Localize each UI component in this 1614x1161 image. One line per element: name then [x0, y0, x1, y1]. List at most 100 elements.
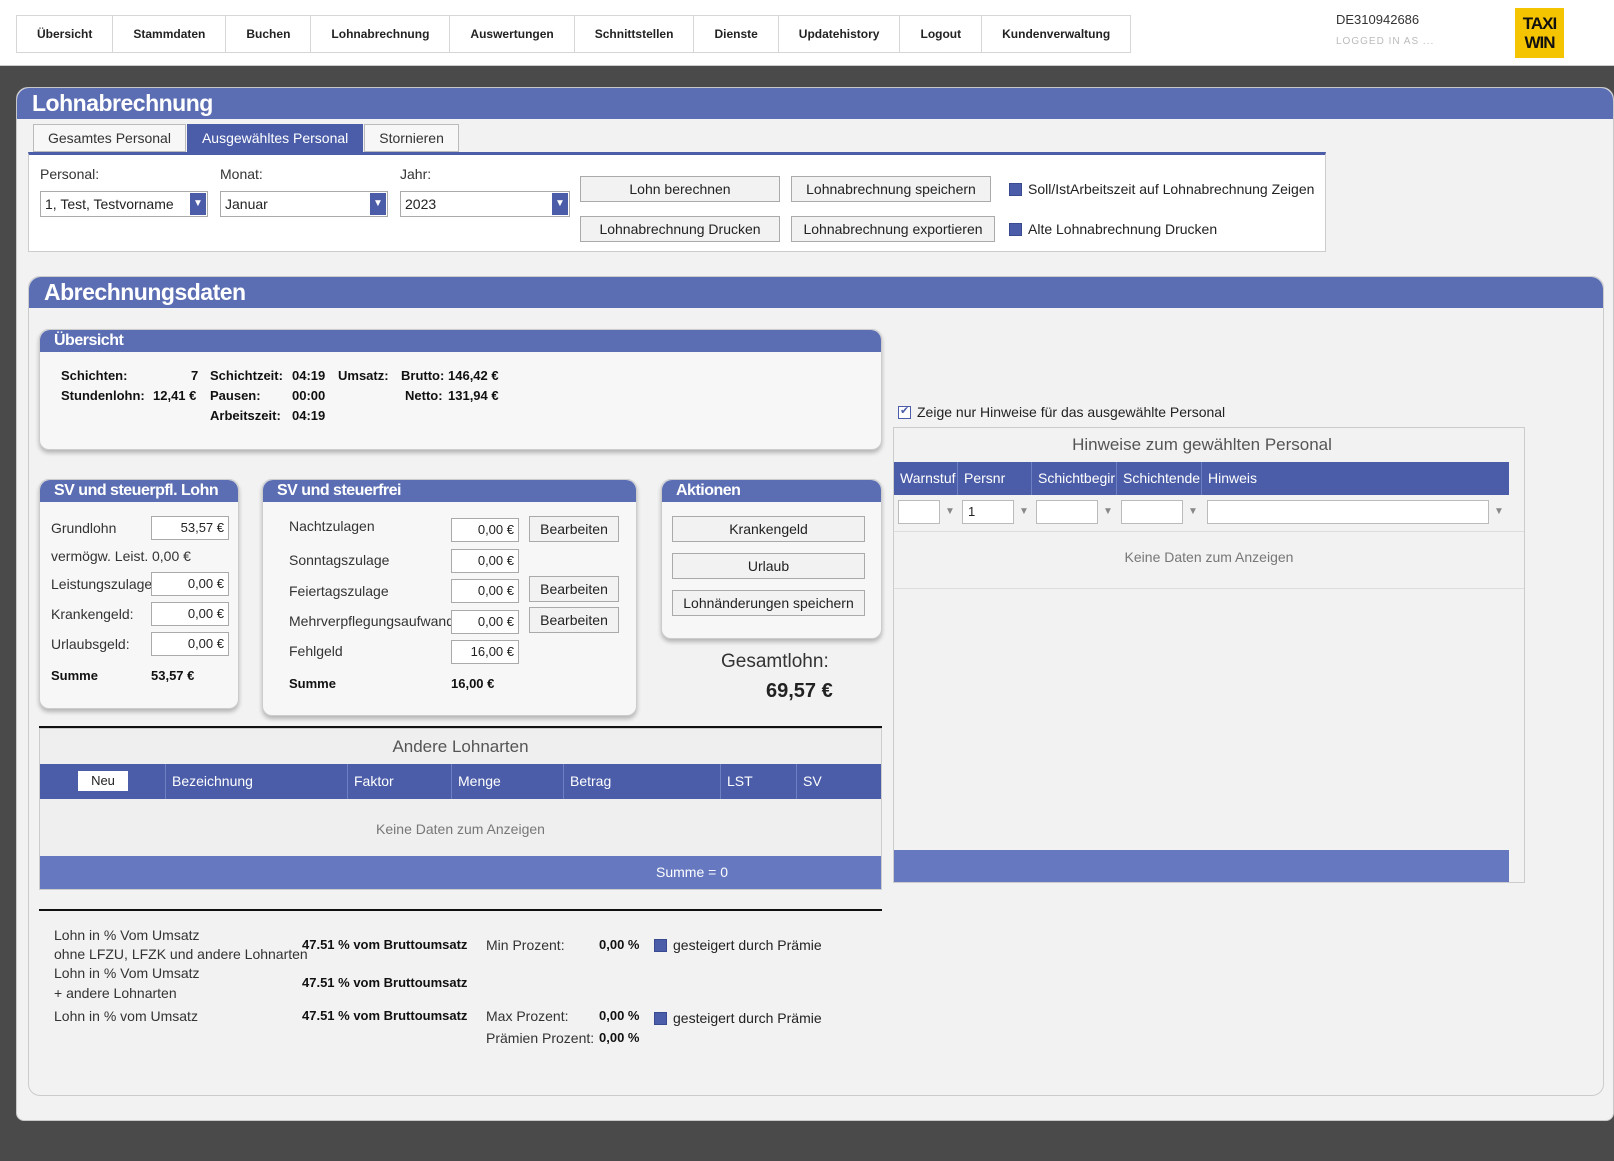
- abrechnungsdaten-panel: Abrechnungsdaten Übersicht Schichten: 7 …: [28, 276, 1604, 1096]
- nacht-input[interactable]: 0,00 €: [451, 518, 519, 542]
- krankengeld-button[interactable]: Krankengeld: [672, 516, 865, 542]
- soll-ist-label: Soll/IstArbeitszeit auf Lohnabrechnung Z…: [1028, 181, 1315, 197]
- krankengeld-input[interactable]: 0,00 €: [151, 602, 229, 626]
- max-gesteigert-checkbox[interactable]: gesteigert durch Prämie: [654, 1010, 822, 1026]
- lohnaenderungen-speichern-button[interactable]: Lohnänderungen speichern: [672, 590, 865, 616]
- tab-ausgewaehltes-personal[interactable]: Ausgewähltes Personal: [186, 124, 364, 152]
- nav-updatehistory[interactable]: Updatehistory: [779, 16, 901, 52]
- praemien-prozent-value: 0,00 %: [599, 1030, 640, 1045]
- col-schichtende[interactable]: Schichtende: [1117, 462, 1202, 495]
- netto-label: Netto:: [405, 388, 443, 403]
- personal-label: Personal:: [40, 166, 100, 182]
- checkbox-icon: [654, 1011, 667, 1025]
- col-betrag[interactable]: Betrag: [564, 764, 721, 799]
- sonntag-label: Sonntagszulage: [289, 552, 390, 568]
- pausen-value: 00:00: [292, 388, 326, 403]
- persnr-filter-input[interactable]: 1: [962, 500, 1014, 524]
- filter-icon[interactable]: ▼: [1019, 506, 1029, 517]
- nav-lohnabrechnung[interactable]: Lohnabrechnung: [311, 16, 451, 52]
- nav-dienste[interactable]: Dienste: [694, 16, 779, 52]
- gesteigert-label: gesteigert durch Prämie: [673, 937, 822, 953]
- feiertag-input[interactable]: 0,00 €: [451, 579, 519, 603]
- chevron-down-icon: ▼: [370, 193, 386, 215]
- gesamtlohn-value: 69,57 €: [766, 680, 833, 702]
- nav-logout[interactable]: Logout: [900, 16, 983, 52]
- gesteigert-label: gesteigert durch Prämie: [673, 1010, 822, 1026]
- umsatz-label: Umsatz:: [338, 368, 389, 383]
- page-title: Lohnabrechnung: [17, 88, 1613, 119]
- hinweise-empty-text: Keine Daten zum Anzeigen: [1124, 549, 1294, 565]
- urlaub-button[interactable]: Urlaub: [672, 553, 865, 579]
- col-schichtbeginn[interactable]: Schichtbegir: [1032, 462, 1117, 495]
- filter-icon[interactable]: ▼: [1494, 506, 1504, 517]
- col-persnr[interactable]: Persnr: [958, 462, 1032, 495]
- min-gesteigert-checkbox[interactable]: gesteigert durch Prämie: [654, 937, 822, 953]
- lohnabrechnung-speichern-button[interactable]: Lohnabrechnung speichern: [791, 176, 991, 202]
- abrechnungsdaten-title: Abrechnungsdaten: [29, 277, 1603, 308]
- filter-box: Personal: 1, Test, Testvorname ▼ Monat: …: [28, 152, 1326, 252]
- lohn-prozent-label-2b: + andere Lohnarten: [54, 985, 177, 1001]
- personal-select[interactable]: 1, Test, Testvorname ▼: [40, 191, 208, 217]
- mehr-bearbeiten-button[interactable]: Bearbeiten: [529, 607, 619, 633]
- grundlohn-input[interactable]: 53,57 €: [151, 516, 229, 540]
- nav-auswertungen[interactable]: Auswertungen: [450, 16, 575, 52]
- col-warnstufe[interactable]: Warnstuf: [894, 462, 958, 495]
- nav-stammdaten[interactable]: Stammdaten: [113, 16, 227, 52]
- col-faktor[interactable]: Faktor: [348, 764, 452, 799]
- divider: [894, 531, 1524, 532]
- alte-lohnabrechnung-checkbox[interactable]: Alte Lohnabrechnung Drucken: [1009, 221, 1217, 237]
- schichtbeginn-filter-input[interactable]: [1036, 500, 1098, 524]
- lohn-prozent-label-1b: ohne LFZU, LFZK und andere Lohnarten: [54, 946, 308, 962]
- nav-schnittstellen[interactable]: Schnittstellen: [575, 16, 695, 52]
- aktionen-title: Aktionen: [662, 480, 881, 502]
- col-menge[interactable]: Menge: [452, 764, 564, 799]
- soll-ist-checkbox[interactable]: Soll/IstArbeitszeit auf Lohnabrechnung Z…: [1009, 181, 1314, 197]
- nacht-bearbeiten-button[interactable]: Bearbeiten: [529, 516, 619, 542]
- mehr-input[interactable]: 0,00 €: [451, 610, 519, 634]
- sv-lohn-card: SV und steuerpfl. Lohn Grundlohn 53,57 €…: [39, 479, 239, 709]
- vermoegen-value: 0,00 €: [152, 548, 191, 564]
- lohnabrechnung-exportieren-button[interactable]: Lohnabrechnung exportieren: [791, 216, 995, 242]
- hinweise-filter-checkbox[interactable]: Zeige nur Hinweise für das ausgewählte P…: [898, 404, 1225, 420]
- col-bezeichnung[interactable]: Bezeichnung: [166, 764, 348, 799]
- fehlgeld-input[interactable]: 16,00 €: [451, 640, 519, 664]
- lohnabrechnung-panel: Lohnabrechnung Gesamtes Personal Ausgewä…: [16, 87, 1614, 1121]
- col-sv[interactable]: SV: [797, 764, 881, 799]
- lohn-prozent-label-1a: Lohn in % Vom Umsatz: [54, 927, 200, 943]
- urlaubsgeld-input[interactable]: 0,00 €: [151, 632, 229, 656]
- tab-gesamtes-personal[interactable]: Gesamtes Personal: [33, 124, 186, 152]
- col-hinweis[interactable]: Hinweis: [1202, 462, 1509, 495]
- hinweise-grid: Hinweise zum gewählten Personal Warnstuf…: [893, 427, 1525, 883]
- hinweise-filter-label: Zeige nur Hinweise für das ausgewählte P…: [917, 404, 1226, 420]
- leistung-input[interactable]: 0,00 €: [151, 572, 229, 596]
- jahr-value: 2023: [405, 196, 437, 212]
- pausen-label: Pausen:: [210, 388, 261, 403]
- jahr-select[interactable]: 2023 ▼: [400, 191, 570, 217]
- min-prozent-value: 0,00 %: [599, 937, 640, 952]
- arbeitszeit-value: 04:19: [292, 408, 326, 423]
- hinweis-filter-input[interactable]: [1207, 500, 1489, 524]
- nav-uebersicht[interactable]: Übersicht: [17, 16, 114, 52]
- neu-button[interactable]: Neu: [78, 771, 128, 791]
- tab-stornieren[interactable]: Stornieren: [364, 124, 459, 152]
- filter-icon[interactable]: ▼: [945, 506, 955, 517]
- lohn-berechnen-button[interactable]: Lohn berechnen: [580, 176, 780, 202]
- mehr-label: Mehrverpflegungsaufwand: [289, 613, 454, 629]
- warnstufe-filter-input[interactable]: [898, 500, 940, 524]
- uebersicht-title: Übersicht: [40, 330, 881, 352]
- nav-buchen[interactable]: Buchen: [226, 16, 312, 52]
- filter-icon[interactable]: ▼: [1188, 506, 1198, 517]
- filter-icon[interactable]: ▼: [1103, 506, 1113, 517]
- nacht-label: Nachtzulagen: [289, 518, 375, 534]
- col-lst[interactable]: LST: [721, 764, 797, 799]
- schichtende-filter-input[interactable]: [1121, 500, 1183, 524]
- schichten-label: Schichten:: [61, 368, 128, 383]
- netto-value: 131,94 €: [448, 388, 499, 403]
- feiertag-label: Feiertagszulage: [289, 583, 389, 599]
- sonntag-input[interactable]: 0,00 €: [451, 549, 519, 573]
- monat-select[interactable]: Januar ▼: [220, 191, 388, 217]
- lohnabrechnung-drucken-button[interactable]: Lohnabrechnung Drucken: [580, 216, 780, 242]
- feiertag-bearbeiten-button[interactable]: Bearbeiten: [529, 576, 619, 602]
- stundenlohn-label: Stundenlohn:: [61, 388, 145, 403]
- nav-kundenverwaltung[interactable]: Kundenverwaltung: [982, 16, 1130, 52]
